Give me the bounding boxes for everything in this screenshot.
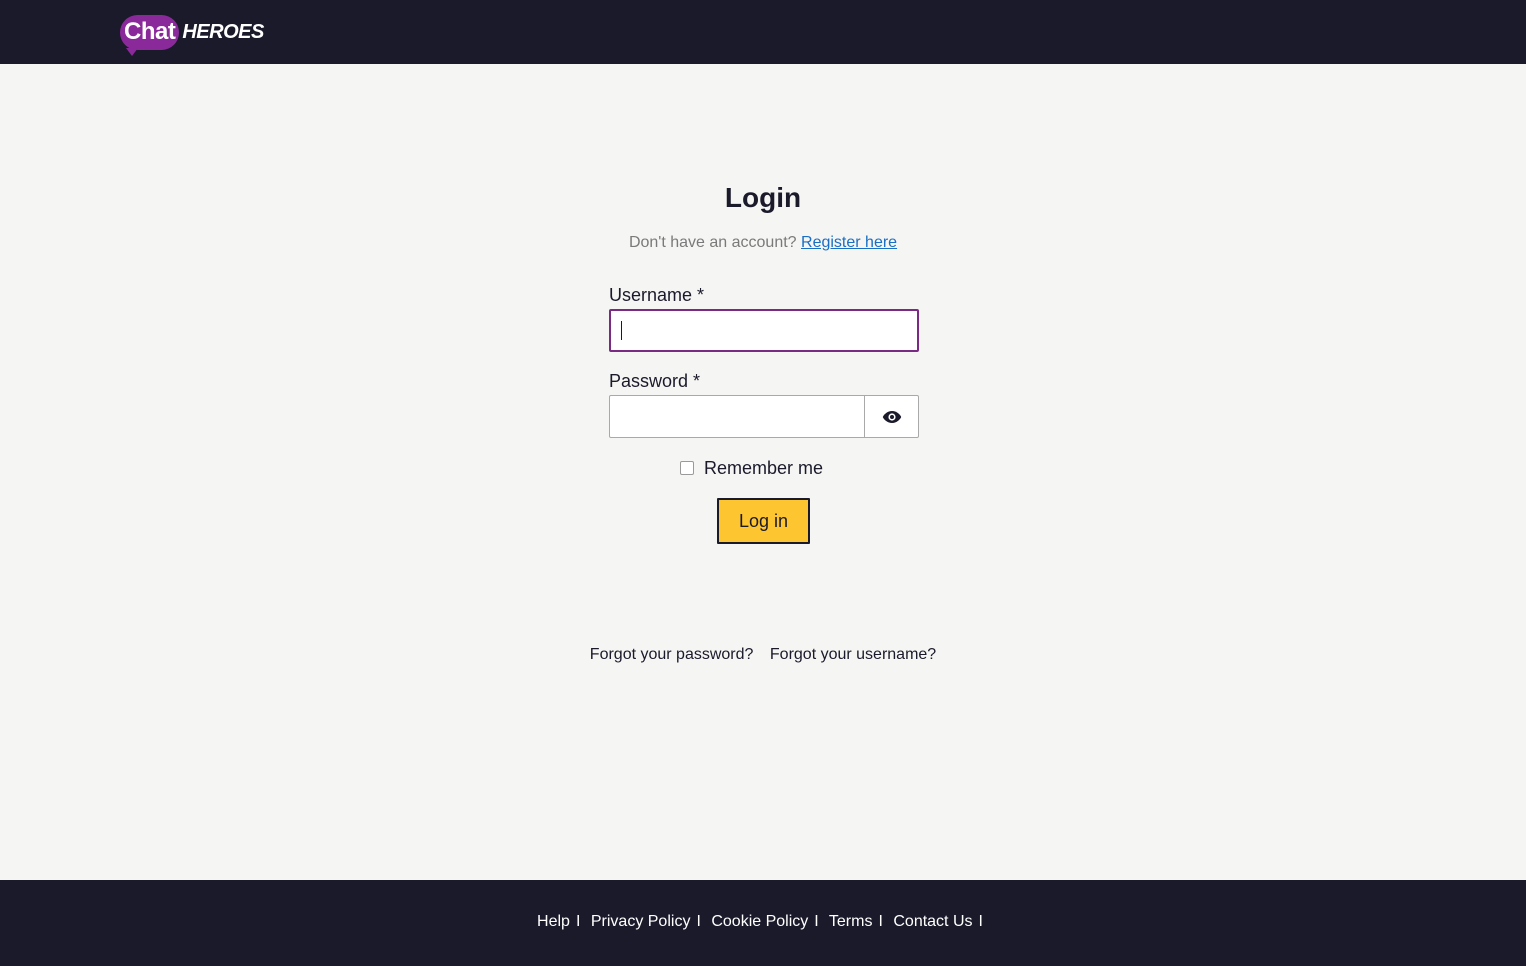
footer-link-privacy-policy[interactable]: Privacy Policy bbox=[591, 913, 691, 930]
remember-me-label[interactable]: Remember me bbox=[704, 458, 823, 479]
register-prompt: Don't have an account? Register here bbox=[0, 234, 1526, 252]
logo-chat-bubble: Chat bbox=[120, 14, 180, 56]
no-account-text: Don't have an account? bbox=[628, 234, 797, 251]
footer-links: Help I Privacy Policy I Cookie Policy I Ter… bbox=[0, 913, 1526, 931]
password-label: Password * bbox=[609, 371, 701, 391]
footer-separator: I bbox=[575, 913, 581, 930]
footer-separator: I bbox=[978, 913, 983, 930]
footer-link-terms[interactable]: Terms bbox=[829, 913, 873, 930]
username-input[interactable] bbox=[609, 309, 919, 352]
footer-link-cookie-policy[interactable]: Cookie Policy bbox=[711, 913, 808, 930]
footer-separator: I bbox=[696, 913, 701, 930]
register-link[interactable]: Register here bbox=[801, 234, 897, 251]
remember-me-checkbox[interactable] bbox=[680, 461, 694, 475]
footer-separator: I bbox=[814, 913, 819, 930]
top-navbar: Chat HEROES bbox=[0, 0, 1526, 64]
forgot-links: Forgot your password? Forgot your userna… bbox=[0, 646, 1526, 664]
footer-link-help[interactable]: Help bbox=[537, 913, 570, 930]
forgot-username-link[interactable]: Forgot your username? bbox=[770, 646, 936, 663]
text-caret bbox=[621, 321, 622, 340]
footer-link-contact-us[interactable]: Contact Us bbox=[893, 913, 972, 930]
footer: Help I Privacy Policy I Cookie Policy I Ter… bbox=[0, 880, 1526, 966]
remember-me-row[interactable]: Remember me bbox=[680, 457, 823, 479]
login-button[interactable]: Log in bbox=[717, 498, 810, 544]
chat-heroes-logo[interactable]: Chat HEROES bbox=[120, 12, 264, 56]
password-input[interactable] bbox=[609, 395, 865, 438]
logo-heroes-text: HEROES bbox=[182, 20, 264, 43]
eye-icon bbox=[882, 410, 901, 423]
show-password-button[interactable] bbox=[864, 395, 919, 438]
username-label: Username * bbox=[609, 285, 705, 305]
login-page: Login Don't have an account? Register he… bbox=[0, 64, 1526, 880]
footer-separator: I bbox=[878, 913, 883, 930]
forgot-password-link[interactable]: Forgot your password? bbox=[590, 646, 754, 663]
page-title: Login bbox=[724, 182, 802, 213]
